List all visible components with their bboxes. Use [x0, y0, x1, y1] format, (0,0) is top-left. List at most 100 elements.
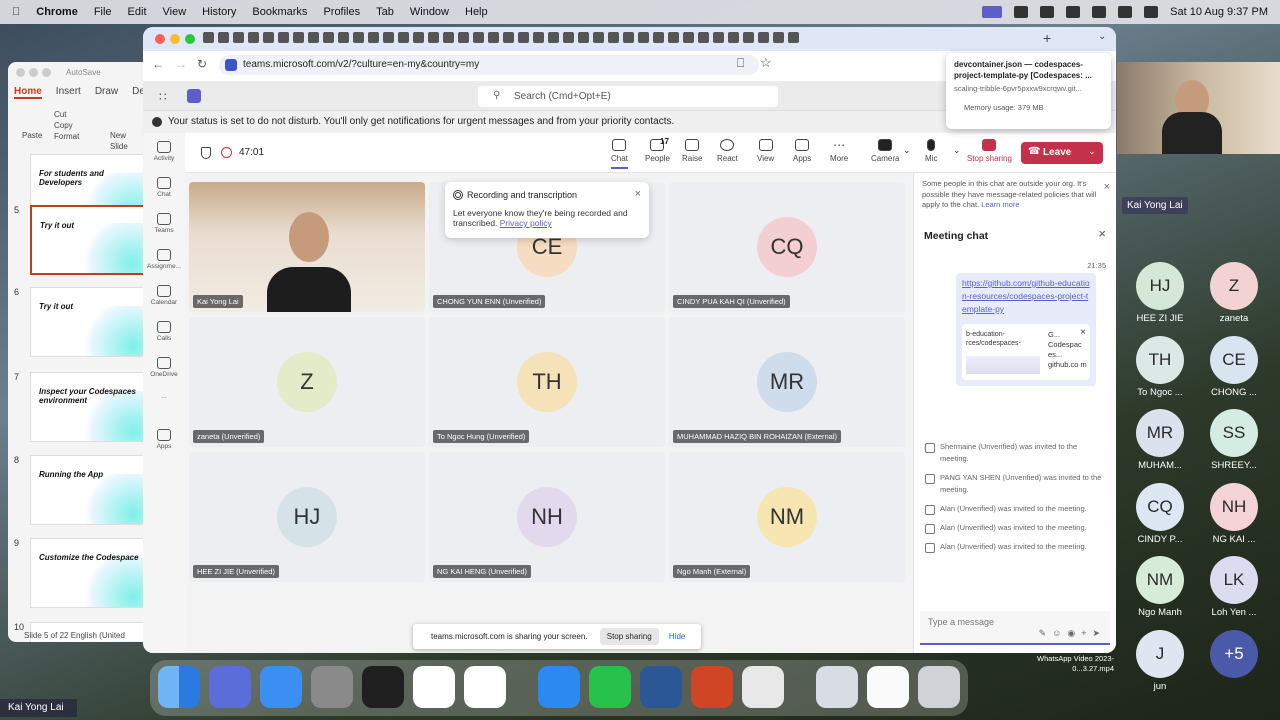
site-info-icon[interactable] [225, 59, 237, 71]
participant-tile[interactable]: TH To Ngoc Hung (Unverified) [429, 317, 665, 447]
pinned-tab-favicon[interactable] [503, 32, 514, 43]
cast-icon[interactable]: ⎕ [737, 56, 744, 71]
slide-thumbnail[interactable]: 6 Try it out [12, 287, 148, 359]
menu-profiles[interactable]: Profiles [323, 6, 360, 18]
launchpad-icon[interactable] [209, 666, 251, 708]
pinned-tab-favicon[interactable] [203, 32, 214, 43]
mic-button[interactable]: Mic [925, 139, 937, 163]
slide-thumbnail[interactable]: 9 Customize the Codespace [12, 538, 148, 610]
powerpoint-icon[interactable] [691, 666, 733, 708]
app-bar-item[interactable]: Apps [143, 429, 185, 450]
xcode-icon[interactable] [538, 666, 580, 708]
slide-thumbnail[interactable]: 7 Inspect your Codespaces environment [12, 372, 148, 444]
pinned-tab-favicon[interactable] [773, 32, 784, 43]
trash-icon[interactable] [918, 666, 960, 708]
pinned-tab-favicon[interactable] [443, 32, 454, 43]
participant-entry[interactable]: Jjun [1120, 629, 1200, 692]
participant-tile[interactable]: HJ HEE ZI JIE (Unverified) [189, 452, 425, 582]
url-field[interactable]: teams.microsoft.com/v2/?culture=en-my&co… [219, 55, 759, 75]
privacy-policy-link[interactable]: Privacy policy [500, 218, 552, 228]
status-icon[interactable] [1040, 6, 1055, 18]
app-bar-item[interactable]: ... [143, 393, 185, 400]
chrome-icon[interactable] [742, 666, 784, 708]
participant-entry[interactable]: CQ CINDY P... [1120, 482, 1200, 545]
back-button[interactable]: ← [152, 57, 164, 71]
pinned-tab-favicon[interactable] [563, 32, 574, 43]
document-thumbnail-icon[interactable] [867, 666, 909, 708]
pinned-tab-favicon[interactable] [473, 32, 484, 43]
close-window-button[interactable] [155, 34, 165, 44]
desktop-file-label[interactable]: WhatsApp Video 2023-0...3.27.mp4 [1030, 654, 1114, 674]
word-icon[interactable] [640, 666, 682, 708]
new-tab-button[interactable]: + [1043, 30, 1051, 46]
close-icon[interactable]: × [635, 188, 641, 200]
pinned-tab-favicon[interactable] [383, 32, 394, 43]
participant-entry[interactable]: MR MUHAM... [1120, 409, 1200, 471]
search-input[interactable]: Search (Cmd+Opt+E) [478, 86, 778, 107]
zoom-window-button[interactable] [185, 34, 195, 44]
mic-options-chevron-icon[interactable]: ⌄ [953, 145, 961, 156]
pinned-tab-favicon[interactable] [248, 32, 259, 43]
status-icon[interactable] [1092, 6, 1107, 18]
participant-entry[interactable]: NM Ngo Manh [1120, 556, 1200, 618]
app-bar-item[interactable]: Assignme... [143, 249, 185, 270]
compose-actions-icons[interactable]: ✎☺◉+➤ [1039, 628, 1106, 639]
close-banner-icon[interactable]: × [1104, 181, 1110, 193]
participant-entry[interactable]: CE CHONG ... [1194, 335, 1274, 398]
pinned-tab-favicon[interactable] [308, 32, 319, 43]
pinned-tab-favicon[interactable] [323, 32, 334, 43]
tab-search-chevron-icon[interactable]: ⌄ [1098, 31, 1106, 42]
search-icon[interactable] [1144, 6, 1159, 18]
participant-entry[interactable]: LK Loh Yen ... [1194, 556, 1274, 618]
pinned-tab-favicon[interactable] [578, 32, 589, 43]
participant-entry[interactable]: NH NG KAI ... [1194, 482, 1274, 545]
apple-menu-icon[interactable]:  [12, 6, 20, 18]
terminal-icon[interactable] [362, 666, 404, 708]
screen-share-icon[interactable] [982, 6, 1003, 18]
react-button[interactable]: React [717, 139, 738, 163]
menu-app-name[interactable]: Chrome [36, 6, 78, 18]
app-bar-item[interactable]: Teams [143, 213, 185, 234]
menu-file[interactable]: File [94, 6, 112, 18]
pinned-tab-favicon[interactable] [548, 32, 559, 43]
pinned-tab-favicon[interactable] [353, 32, 364, 43]
hide-bar-button[interactable]: Hide [669, 632, 685, 641]
pinned-tab-favicon[interactable] [428, 32, 439, 43]
app-bar-item[interactable]: Calendar [143, 285, 185, 306]
menu-help[interactable]: Help [465, 6, 488, 18]
participant-entry[interactable]: Zzaneta [1194, 262, 1274, 324]
pinned-tab-favicon[interactable] [743, 32, 754, 43]
camera-button[interactable]: Camera [871, 139, 899, 163]
leave-options-chevron-icon[interactable]: ⌄ [1088, 146, 1096, 157]
cut-button[interactable]: Cut [54, 109, 114, 120]
pinned-tab-favicon[interactable] [533, 32, 544, 43]
close-preview-icon[interactable]: × [1080, 326, 1086, 339]
pinned-tab-favicon[interactable] [698, 32, 709, 43]
bookmark-star-icon[interactable]: ☆ [760, 55, 772, 71]
camera-options-chevron-icon[interactable]: ⌄ [903, 145, 911, 156]
forward-button[interactable]: → [175, 57, 187, 71]
pinned-tab-favicon[interactable] [593, 32, 604, 43]
slide-thumbnail[interactable]: 5 Try it out [12, 205, 148, 277]
menu-tab[interactable]: Tab [376, 6, 394, 18]
pinned-tab-favicon[interactable] [218, 32, 229, 43]
slide-thumbnail[interactable]: 8 Running the App [12, 455, 148, 527]
participant-tile[interactable]: Kai Yong Lai [189, 182, 425, 312]
pinned-tab-favicon[interactable] [263, 32, 274, 43]
pinned-tab-favicon[interactable] [638, 32, 649, 43]
pinned-tab-favicon[interactable] [293, 32, 304, 43]
message-input[interactable]: Type a message [928, 617, 994, 627]
pinned-tab-favicon[interactable] [278, 32, 289, 43]
raise-hand-button[interactable]: Raise [682, 139, 702, 163]
status-icon[interactable] [1014, 6, 1029, 18]
vscode-icon[interactable] [413, 666, 455, 708]
view-button[interactable]: View [757, 139, 774, 163]
pinned-tab-favicon[interactable] [233, 32, 244, 43]
status-icon[interactable] [1066, 6, 1081, 18]
whatsapp-icon[interactable] [589, 666, 631, 708]
participant-tile[interactable]: NM Ngo Manh (External) [669, 452, 905, 582]
autosave-label[interactable]: AutoSave [66, 68, 101, 77]
app-bar-item[interactable]: OneDrive [143, 357, 185, 378]
message-compose-box[interactable]: Type a message ✎☺◉+➤ [920, 611, 1110, 645]
participant-tile[interactable]: MR MUHAMMAD HAZIQ BIN ROHAIZAN (External) [669, 317, 905, 447]
